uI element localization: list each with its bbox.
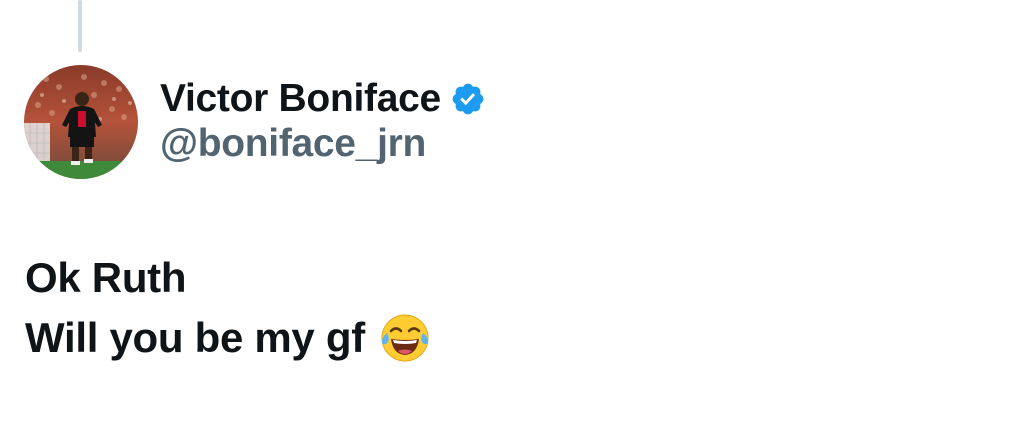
tweet-line-2: Will you be my gf <box>25 308 431 368</box>
tweet-line-1: Ok Ruth <box>25 254 187 301</box>
verified-badge-icon <box>450 81 486 117</box>
tweet-text: Ok Ruth Will you be my gf <box>25 248 431 368</box>
tweet-card: Victor Boniface @boniface_jrn Ok Ruth Wi… <box>0 0 1024 431</box>
avatar[interactable] <box>24 65 138 179</box>
face-with-tears-of-joy-icon <box>379 312 431 364</box>
avatar-image <box>24 65 138 179</box>
author-name-row[interactable]: Victor Boniface <box>160 74 486 124</box>
thread-connector-line <box>78 0 82 52</box>
author-display-name[interactable]: Victor Boniface <box>160 77 441 121</box>
author-handle[interactable]: @boniface_jrn <box>160 122 426 166</box>
tweet-line-2-text: Will you be my gf <box>25 314 365 361</box>
